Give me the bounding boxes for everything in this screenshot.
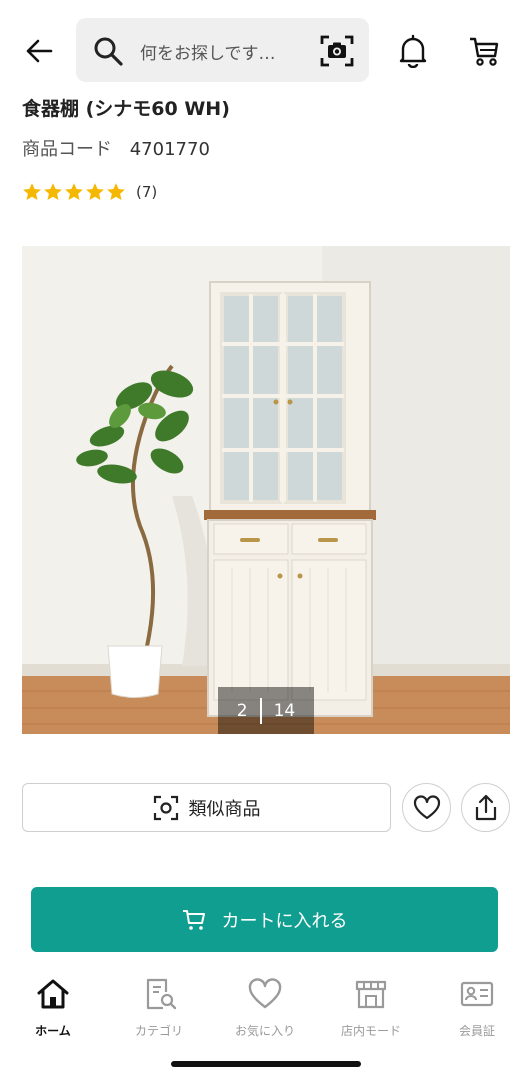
header-bar: 何をお探しです… [0,0,532,92]
star-icon [65,183,83,200]
image-search-icon [153,795,178,820]
search-input[interactable]: 何をお探しです… [76,18,369,82]
home-indicator [171,1061,361,1067]
image-counter-current: 2 [236,700,248,721]
heart-icon [413,794,440,819]
product-title: 食器棚 (シナモ60 WH) [22,98,230,120]
add-to-cart-label: カートに入れる [221,910,348,932]
product-photo [22,246,510,734]
image-counter-total: 14 [273,700,296,721]
nav-item-store-mode[interactable]: 店内モード [326,968,416,1039]
product-code: 商品コード 4701770 [22,135,210,161]
nav-item-category[interactable]: カテゴリ [114,968,204,1039]
star-rating [22,182,126,202]
image-counter: 2 14 [218,687,314,734]
favorite-button[interactable] [402,783,451,832]
search-icon [94,37,123,66]
camera-scan-icon[interactable] [319,33,355,69]
star-icon [23,183,41,200]
heart-icon [248,978,282,1009]
bell-icon [399,34,427,68]
cart-button[interactable] [465,32,503,70]
nav-item-member-card[interactable]: 会員証 [432,968,522,1039]
image-counter-separator [259,697,262,724]
nav-label-category: カテゴリ [134,1024,183,1038]
back-button[interactable] [22,34,56,68]
product-code-value: 4701770 [129,139,210,160]
notification-button[interactable] [395,32,431,70]
cart-icon [182,909,205,930]
share-button[interactable] [461,783,510,832]
add-to-cart-button[interactable]: カートに入れる [31,887,498,952]
bottom-navigation: ホーム カテゴリ お気に入り 店内モード 会員証 [0,968,532,1048]
similar-products-button[interactable]: 類似商品 [22,783,391,832]
member-card-icon [460,981,494,1007]
product-code-label: 商品コード [22,139,112,160]
search-placeholder: 何をお探しです… [140,44,276,64]
nav-label-store-mode: 店内モード [340,1024,401,1038]
star-icon [107,183,125,200]
nav-item-home[interactable]: ホーム [8,968,98,1039]
nav-label-favorites: お気に入り [234,1024,295,1038]
category-search-icon [146,978,177,1010]
cart-icon [470,37,499,66]
rating-summary[interactable]: (7) [22,182,157,202]
nav-item-favorites[interactable]: お気に入り [220,968,310,1039]
product-image-gallery[interactable]: 2 14 [22,246,510,734]
home-icon [37,979,69,1009]
nav-label-member-card: 会員証 [458,1024,495,1038]
similar-products-label: 類似商品 [188,798,261,820]
nav-label-home: ホーム [35,1024,71,1038]
star-icon [44,183,62,200]
star-icon [86,183,104,200]
share-icon [475,794,496,820]
store-icon [355,980,387,1009]
review-count: (7) [136,183,158,201]
arrow-left-icon [26,39,53,63]
